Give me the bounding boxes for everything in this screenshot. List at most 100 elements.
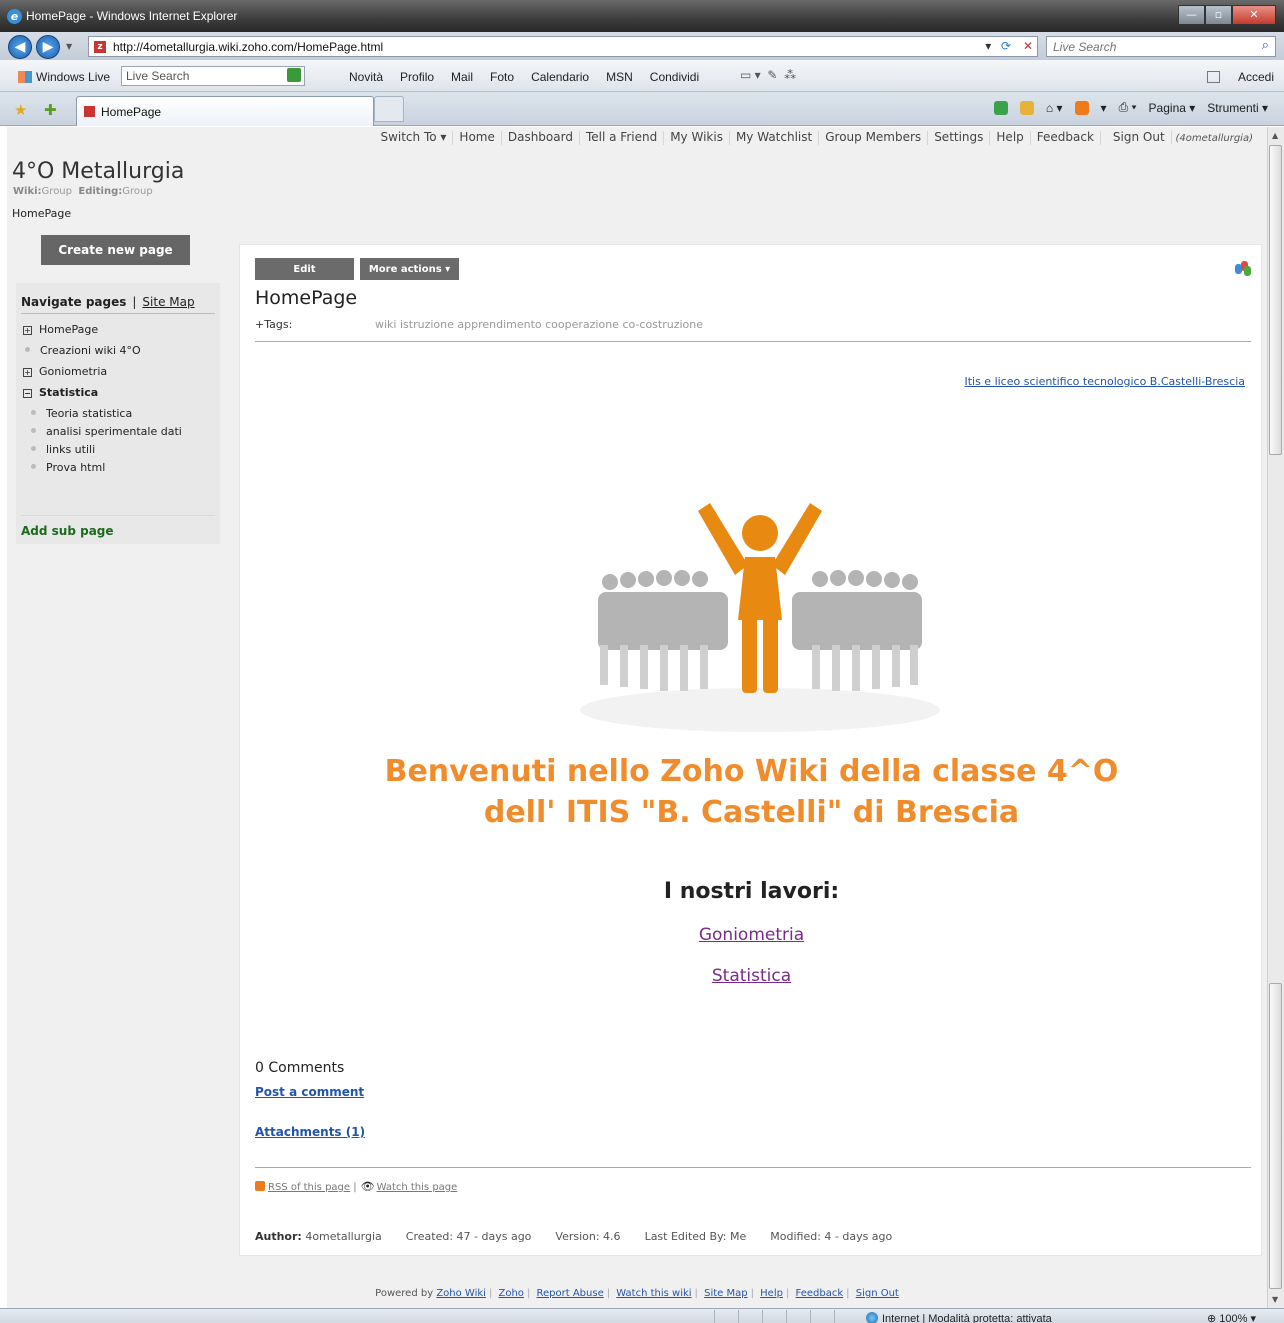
sitemap-link[interactable]: Site Map (142, 295, 194, 309)
tags-label[interactable]: +Tags: (255, 318, 292, 331)
stop-icon[interactable]: ✕ (1023, 39, 1033, 53)
footer-zoho-wiki-link[interactable]: Zoho Wiki (436, 1288, 486, 1299)
add-sub-page-link[interactable]: Add sub page (21, 515, 215, 538)
nav-sign-out[interactable]: Sign Out (4ometallurgia) (1101, 130, 1259, 145)
tab-homepage[interactable]: HomePage (76, 96, 374, 126)
history-dropdown-icon[interactable]: ▼ (66, 42, 72, 51)
nav-feedback[interactable]: Feedback (1031, 131, 1101, 145)
goniometria-link[interactable]: Goniometria (240, 925, 1263, 945)
author-value: 4ometallurgia (305, 1230, 382, 1243)
live-search-field[interactable]: Live Search (121, 66, 305, 86)
tree-item-creazioni[interactable]: Creazioni wiki 4°O (21, 343, 215, 364)
live-link-mail[interactable]: Mail (451, 70, 473, 84)
live-link-foto[interactable]: Foto (490, 70, 514, 84)
tree-subitem-analisi[interactable]: analisi sperimentale dati (21, 424, 215, 442)
tree-item-statistica[interactable]: − Statistica (21, 385, 215, 406)
windows-live-brand[interactable]: Windows Live (18, 70, 110, 84)
live-link-condividi[interactable]: Condividi (650, 70, 699, 84)
browser-search-field[interactable]: ⌕ (1046, 36, 1276, 57)
status-divider (738, 1310, 739, 1323)
search-icon[interactable]: ⌕ (1262, 38, 1269, 53)
signin-button[interactable]: Accedi (1206, 70, 1274, 84)
live-link-msn[interactable]: MSN (606, 70, 633, 84)
page-menu[interactable]: Pagina ▾ (1149, 101, 1196, 115)
footer-zoho-link[interactable]: Zoho (499, 1288, 524, 1299)
nav-my-wikis[interactable]: My Wikis (664, 131, 730, 145)
footer-help-link[interactable]: Help (760, 1288, 783, 1299)
minimize-icon[interactable]: — (1178, 5, 1205, 25)
nav-tell-a-friend[interactable]: Tell a Friend (580, 131, 665, 145)
tree-subitem-links[interactable]: links utili (21, 442, 215, 460)
tree-item-label: HomePage (39, 323, 99, 336)
wiki-perm-label: Wiki: (13, 186, 42, 197)
edit-button[interactable]: Edit (255, 258, 354, 280)
footer-sign-out-link[interactable]: Sign Out (856, 1288, 899, 1299)
group-members-icon[interactable] (1235, 261, 1251, 276)
tab-bar: ★ ✚ HomePage ⌂ ▾ ▾ ⎙ ▾ Pagina ▾ Strument… (0, 92, 1284, 126)
nav-settings[interactable]: Settings (928, 131, 991, 145)
footer-feedback-link[interactable]: Feedback (796, 1288, 844, 1299)
wiki-title[interactable]: 4°O Metallurgia (12, 159, 184, 184)
back-icon[interactable]: ◀ (8, 35, 32, 59)
live-tools-icons[interactable]: ▭ ▾ ✎ ⁂ (740, 68, 796, 82)
url-text[interactable]: http://4ometallurgia.wiki.zoho.com/HomeP… (113, 40, 383, 54)
live-link-novita[interactable]: Novità (349, 70, 383, 84)
more-actions-button[interactable]: More actions ▾ (360, 258, 459, 280)
tree-subitem-teoria[interactable]: Teoria statistica (21, 406, 215, 424)
nav-switch-to[interactable]: Switch To ▾ (374, 131, 454, 145)
footer-report-abuse-link[interactable]: Report Abuse (537, 1288, 604, 1299)
feeds-icon[interactable] (1074, 100, 1089, 115)
nav-my-watchlist[interactable]: My Watchlist (730, 131, 820, 145)
live-search-go-icon[interactable] (287, 68, 301, 82)
tree-item-label: analisi sperimentale dati (46, 425, 182, 438)
zoom-level[interactable]: ⊕ 100% ▾ (1207, 1312, 1256, 1323)
new-tab-button[interactable] (374, 96, 404, 122)
url-dropdown-icon[interactable]: ▾ (985, 39, 991, 53)
attachments-link[interactable]: Attachments (1) (255, 1125, 365, 1139)
maximize-icon[interactable]: ▫ (1205, 5, 1232, 25)
tags-list[interactable]: wiki istruzione apprendimento cooperazio… (375, 318, 703, 331)
ie-logo-icon: e (7, 9, 22, 24)
tree-item-homepage[interactable]: + HomePage (21, 322, 215, 343)
nav-home[interactable]: Home (453, 131, 502, 145)
close-icon[interactable]: ✕ (1232, 5, 1276, 25)
rss-link[interactable]: RSS of this page (268, 1182, 350, 1193)
statistica-link[interactable]: Statistica (240, 966, 1263, 986)
home-icon[interactable]: ⌂ ▾ (1046, 101, 1063, 115)
live-link-profilo[interactable]: Profilo (400, 70, 434, 84)
tree-item-goniometria[interactable]: + Goniometria (21, 364, 215, 385)
feeds-dropdown-icon[interactable]: ▾ (1101, 101, 1107, 115)
mail-icon[interactable] (1019, 100, 1034, 115)
expand-icon[interactable]: + (23, 368, 32, 377)
favorites-star-icon[interactable]: ★ (14, 101, 27, 119)
scroll-down-icon[interactable]: ▼ (1272, 1295, 1278, 1304)
messenger-icon[interactable] (993, 100, 1008, 115)
scrollbar-thumb-lower[interactable] (1269, 983, 1282, 1289)
footer-watch-wiki-link[interactable]: Watch this wiki (616, 1288, 691, 1299)
print-icon[interactable]: ⎙ ▾ (1119, 100, 1137, 115)
live-link-calendario[interactable]: Calendario (531, 70, 589, 84)
security-zone[interactable]: Internet | Modalità protetta: attivata (866, 1312, 1052, 1323)
post-comment-link[interactable]: Post a comment (255, 1085, 364, 1099)
collapse-icon[interactable]: − (23, 389, 32, 398)
navigate-pages-heading: Navigate pages | Site Map (21, 295, 215, 314)
expand-icon[interactable]: + (23, 326, 32, 335)
nav-help[interactable]: Help (990, 131, 1031, 145)
scrollbar-thumb[interactable] (1269, 145, 1282, 455)
add-favorite-icon[interactable]: ✚ (44, 101, 57, 119)
url-field[interactable]: z http://4ometallurgia.wiki.zoho.com/Hom… (88, 36, 1038, 57)
forward-icon[interactable]: ▶ (36, 35, 60, 59)
refresh-icon[interactable]: ⟳ (1001, 39, 1011, 53)
globe-icon (866, 1312, 878, 1323)
tools-menu[interactable]: Strumenti ▾ (1207, 101, 1268, 115)
watch-page-link[interactable]: Watch this page (377, 1182, 458, 1193)
footer-sitemap-link[interactable]: Site Map (704, 1288, 747, 1299)
browser-search-input[interactable] (1053, 38, 1243, 56)
scroll-up-icon[interactable]: ▲ (1272, 131, 1278, 140)
school-link[interactable]: Itis e liceo scientifico tecnologico B.C… (964, 375, 1245, 388)
nav-group-members[interactable]: Group Members (819, 131, 929, 145)
tree-subitem-prova-html[interactable]: Prova html (21, 460, 215, 478)
page-scrollbar[interactable]: ▲ ▼ (1267, 127, 1284, 1308)
nav-dashboard[interactable]: Dashboard (502, 131, 580, 145)
create-new-page-button[interactable]: Create new page (41, 235, 190, 265)
